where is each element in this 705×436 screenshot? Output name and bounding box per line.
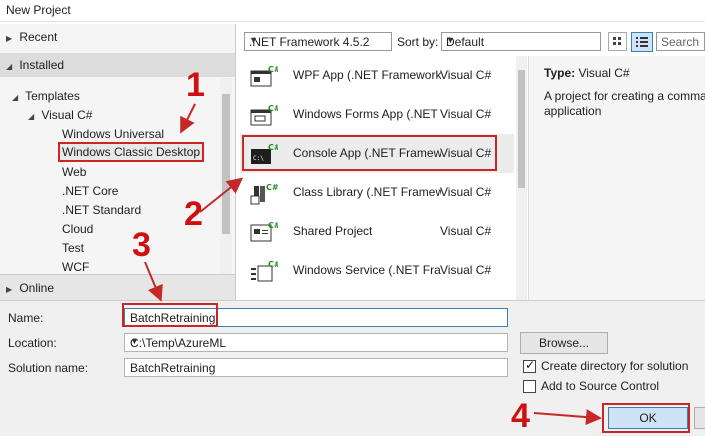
arrow-2 [199,177,244,213]
arrow-4 [533,409,602,426]
arrow-3 [144,261,163,302]
arrow-1 [180,103,196,134]
annotation-arrows [144,103,602,426]
